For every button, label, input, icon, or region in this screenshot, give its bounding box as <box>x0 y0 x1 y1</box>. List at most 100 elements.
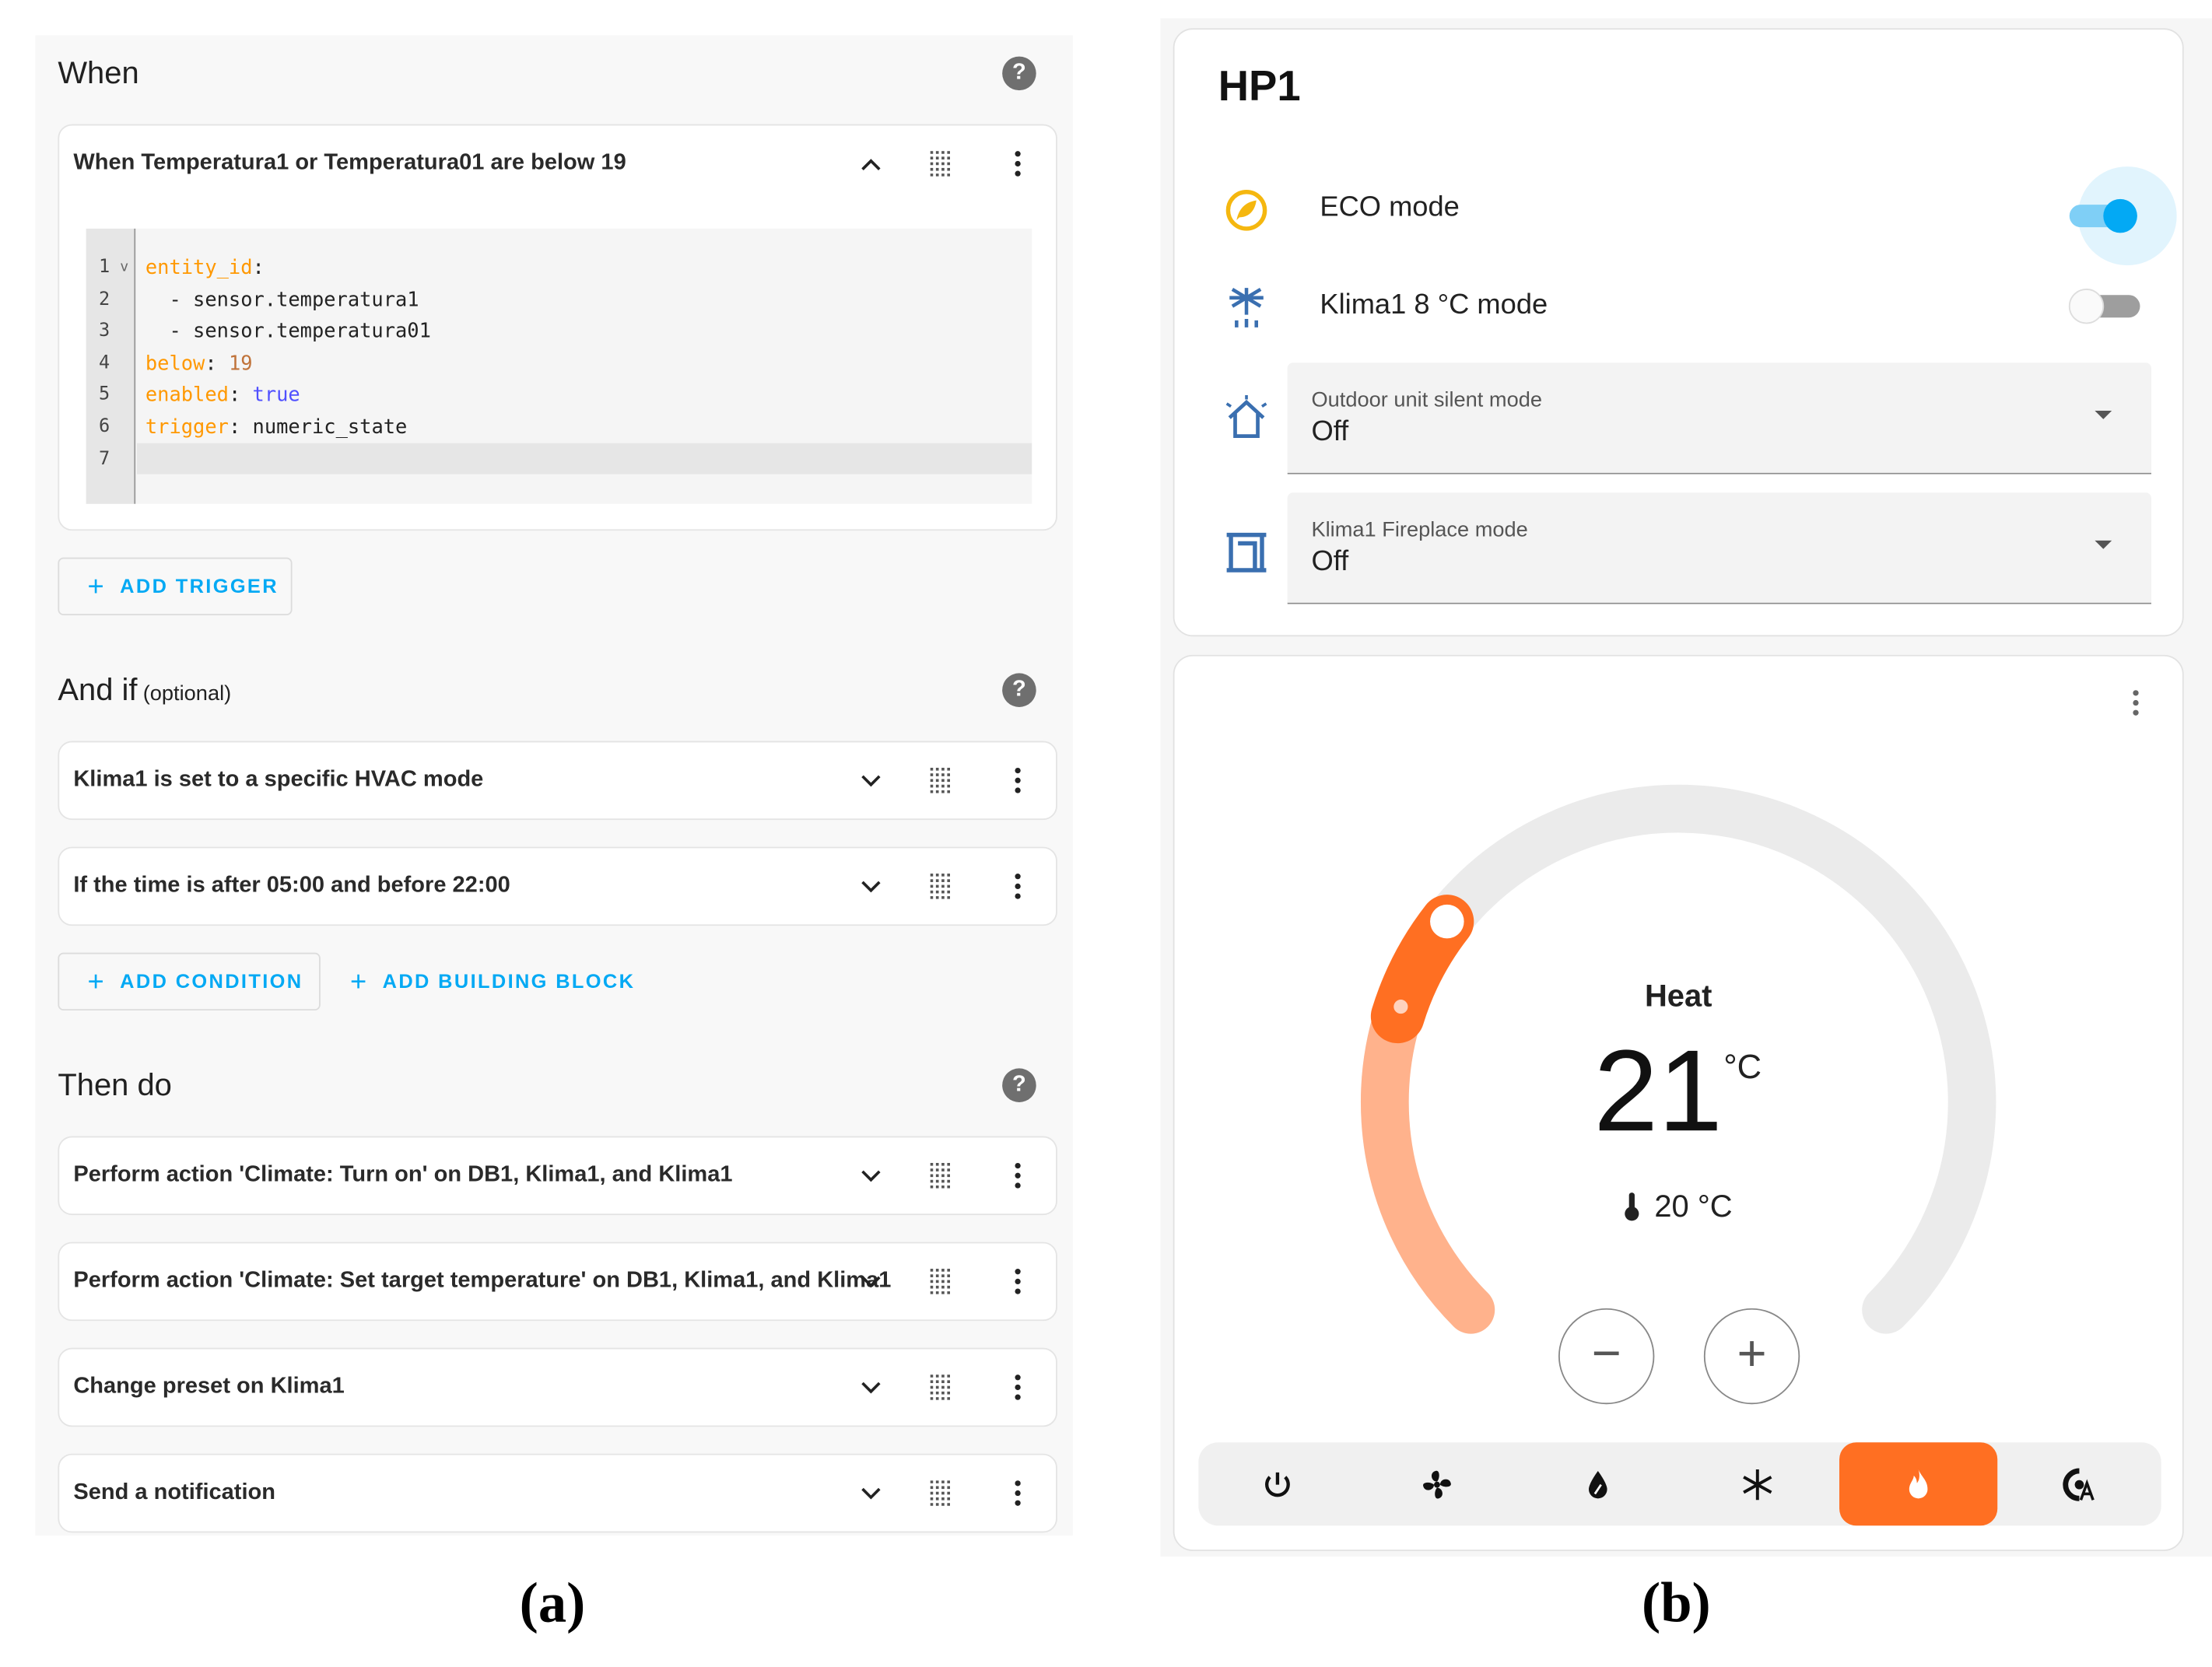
thermostat-card: Heat 21 °C 20 °C − + <box>1173 654 2184 1551</box>
mode-auto-button[interactable] <box>2000 1442 2158 1525</box>
fan-only-icon <box>1423 1469 1451 1498</box>
card-title: Perform action 'Climate: Set target temp… <box>73 1269 892 1293</box>
hp1-card: HP1 ECO mode Klima1 8 °C mode Outdoor un… <box>1173 28 2184 637</box>
line-number: 2 <box>99 289 110 310</box>
more-vert-icon[interactable] <box>1005 125 1031 201</box>
more-vert-icon[interactable] <box>1005 1455 1031 1532</box>
automation-editor: When ? When Temperatura1 or Temperatura0… <box>35 35 1073 1536</box>
mode-heat-button[interactable] <box>1839 1442 1998 1526</box>
plus-icon: + <box>87 966 107 998</box>
code-line: enabled: true <box>145 384 300 407</box>
help-icon[interactable]: ? <box>1002 1068 1036 1102</box>
collapsed-card[interactable]: Change preset on Klima1 <box>58 1347 1057 1427</box>
chevron-down-icon[interactable] <box>857 848 885 924</box>
help-icon[interactable]: ? <box>1002 673 1036 707</box>
line-number: 4 <box>99 352 110 374</box>
card-title: HP1 <box>1218 63 1301 110</box>
current-temperature: 20 °C <box>1623 1189 1733 1225</box>
collapsed-card[interactable]: Send a notification <box>58 1453 1057 1533</box>
select-value: Off <box>1311 546 1349 578</box>
auto-icon <box>2063 1467 2095 1501</box>
help-icon[interactable]: ? <box>1002 56 1036 91</box>
fold-icon[interactable]: v <box>120 260 128 275</box>
snowflake-thermometer-icon <box>1229 287 1264 327</box>
chevron-down-icon[interactable] <box>857 1455 885 1532</box>
line-number: 5 <box>99 384 110 406</box>
line-number: 7 <box>99 448 110 470</box>
add-building-block-button[interactable]: + ADD BUILDING BLOCK <box>321 953 645 1010</box>
setpoint-knob[interactable] <box>1430 904 1464 939</box>
mode-fan-only-button[interactable] <box>1358 1442 1516 1525</box>
drag-handle-icon[interactable] <box>927 742 953 818</box>
eco-mode-toggle[interactable] <box>2052 152 2179 279</box>
more-vert-icon[interactable] <box>1005 1243 1031 1319</box>
outdoor-silent-mode-select[interactable]: Outdoor unit silent mode Off <box>1287 362 2151 475</box>
more-vert-icon[interactable] <box>1005 1137 1031 1213</box>
code-token: entity_id <box>145 257 253 280</box>
decrease-temperature-button[interactable]: − <box>1558 1308 1655 1405</box>
drag-handle-icon[interactable] <box>927 1455 953 1532</box>
drag-handle-icon[interactable] <box>927 848 953 924</box>
chevron-down-icon[interactable] <box>857 742 885 818</box>
line-number: 3 <box>99 320 110 342</box>
target-temperature: 21 <box>1593 1027 1723 1156</box>
increase-temperature-button[interactable]: + <box>1703 1308 1800 1405</box>
add-condition-button[interactable]: + ADD CONDITION <box>58 952 321 1011</box>
more-vert-icon[interactable] <box>1005 742 1031 818</box>
code-line: below: 19 <box>145 352 253 375</box>
and-if-title: And if <box>58 671 138 707</box>
collapsed-card[interactable]: Klima1 is set to a specific HVAC mode <box>58 741 1057 821</box>
and-if-heading: And if (optional) <box>58 672 231 709</box>
add-trigger-label: ADD TRIGGER <box>120 574 279 597</box>
trigger-title[interactable]: When Temperatura1 or Temperatura01 are b… <box>73 125 626 201</box>
code-line: - sensor.temperatura1 <box>145 289 419 311</box>
mode-dry-button[interactable] <box>1519 1442 1677 1525</box>
dropdown-arrow-icon <box>2095 410 2112 419</box>
code-token: : <box>252 257 265 280</box>
card-title: If the time is after 05:00 and before 22… <box>73 874 510 898</box>
code-token: 19 <box>228 352 253 376</box>
when-heading: When <box>58 54 139 91</box>
fireplace-mode-select[interactable]: Klima1 Fireplace mode Off <box>1287 492 2151 604</box>
yaml-code-editor[interactable]: 1 v entity_id: 2 - sensor.temperatura1 3 - s… <box>86 228 1032 504</box>
collapsed-card[interactable]: Perform action 'Climate: Turn on' on DB1… <box>58 1136 1057 1216</box>
more-vert-icon[interactable] <box>1005 848 1031 924</box>
chevron-up-icon[interactable] <box>857 125 885 201</box>
code-token: : numeric_state <box>228 416 408 440</box>
code-token: enabled <box>145 384 229 408</box>
code-token: : <box>228 384 253 408</box>
code-token: - sensor.temperatura1 <box>145 289 419 312</box>
drag-handle-icon[interactable] <box>927 1243 953 1319</box>
add-trigger-button[interactable]: + ADD TRIGGER <box>58 557 293 616</box>
chevron-down-icon[interactable] <box>857 1243 885 1319</box>
heat-icon <box>1909 1469 1928 1498</box>
dry-icon <box>1588 1470 1607 1498</box>
climate-dashboard: HP1 ECO mode Klima1 8 °C mode Outdoor un… <box>1160 18 2212 1557</box>
klima-8c-mode-toggle[interactable] <box>2064 277 2144 334</box>
drag-handle-icon[interactable] <box>927 1349 953 1425</box>
hvac-mode-selector <box>1198 1442 2161 1526</box>
card-title: Perform action 'Climate: Turn on' on DB1… <box>73 1162 733 1187</box>
mode-cool-button[interactable] <box>1678 1442 1836 1525</box>
collapsed-card[interactable]: If the time is after 05:00 and before 22… <box>58 846 1057 926</box>
collapsed-card[interactable]: Perform action 'Climate: Set target temp… <box>58 1241 1057 1322</box>
select-label: Klima1 Fireplace mode <box>1311 517 1528 542</box>
mode-power-off-button[interactable] <box>1198 1442 1356 1525</box>
drag-handle-icon[interactable] <box>927 125 953 201</box>
caption-b: (b) <box>1642 1571 1711 1634</box>
eco-mode-label: ECO mode <box>1320 191 1460 223</box>
optional-label: (optional) <box>142 681 232 706</box>
home-sound-icon <box>1225 395 1267 438</box>
more-vert-icon[interactable] <box>1005 1349 1031 1425</box>
plus-icon: + <box>87 571 107 603</box>
cool-icon <box>1743 1469 1772 1500</box>
drag-handle-icon[interactable] <box>927 1137 953 1213</box>
then-do-heading: Then do <box>58 1066 172 1102</box>
chevron-down-icon[interactable] <box>857 1137 885 1213</box>
code-token: below <box>145 352 205 376</box>
select-label: Outdoor unit silent mode <box>1311 387 1543 412</box>
line-number: 1 <box>99 257 110 278</box>
card-title: Send a notification <box>73 1480 276 1505</box>
select-value: Off <box>1311 416 1349 448</box>
chevron-down-icon[interactable] <box>857 1349 885 1425</box>
